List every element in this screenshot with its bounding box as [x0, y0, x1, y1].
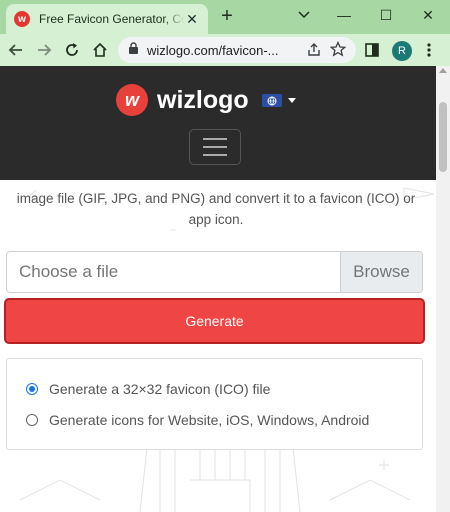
generate-button[interactable]: Generate: [4, 298, 425, 344]
brand-name: wizlogo: [157, 85, 249, 114]
maximize-button[interactable]: ☐: [364, 0, 408, 30]
scroll-up-arrow-icon[interactable]: [439, 68, 447, 73]
profile-avatar[interactable]: R: [392, 41, 412, 61]
globe-icon: [262, 94, 282, 107]
chevron-down-icon[interactable]: [282, 0, 326, 30]
browser-toolbar: wizlogo.com/favicon-... R: [0, 34, 450, 66]
file-placeholder[interactable]: Choose a file: [7, 252, 340, 292]
language-selector[interactable]: [262, 94, 296, 107]
option-label: Generate icons for Website, iOS, Windows…: [49, 412, 370, 428]
hamburger-line: [203, 146, 227, 148]
scrollbar-thumb[interactable]: [439, 102, 447, 172]
wizlogo-favicon-icon: w: [14, 11, 30, 27]
radio-favicon-ico[interactable]: [26, 383, 38, 395]
page-viewport: w wizlogo image file (GIF, JPG, and PNG)…: [0, 66, 436, 512]
option-label: Generate a 32×32 favicon (ICO) file: [49, 381, 271, 397]
radio-app-icons[interactable]: [26, 414, 38, 426]
browser-tab[interactable]: w Free Favicon Generator, Convert ✕: [6, 4, 208, 34]
kebab-menu-icon[interactable]: [426, 42, 432, 63]
browse-button[interactable]: Browse: [340, 252, 422, 292]
share-icon[interactable]: [307, 42, 322, 62]
menu-toggle-button[interactable]: [189, 129, 241, 165]
browser-tab-strip: w Free Favicon Generator, Convert ✕ + — …: [0, 0, 450, 34]
file-picker[interactable]: Choose a file Browse: [6, 251, 423, 293]
caret-down-icon: [288, 98, 296, 103]
output-options-panel: Generate a 32×32 favicon (ICO) file Gene…: [6, 358, 423, 450]
address-bar[interactable]: wizlogo.com/favicon-...: [118, 37, 356, 63]
tab-title: Free Favicon Generator, Convert: [39, 12, 185, 26]
hamburger-line: [203, 138, 227, 140]
lock-icon: [128, 41, 139, 59]
home-icon[interactable]: [86, 36, 114, 64]
bookmark-star-icon[interactable]: [329, 40, 347, 62]
option-app-icons[interactable]: Generate icons for Website, iOS, Windows…: [26, 412, 369, 428]
side-panel-icon[interactable]: [364, 42, 380, 63]
tab-close-icon[interactable]: ✕: [184, 11, 200, 27]
site-header: w wizlogo: [0, 66, 436, 180]
address-url: wizlogo.com/favicon-...: [147, 42, 279, 58]
close-window-button[interactable]: ✕: [406, 0, 450, 30]
new-tab-button[interactable]: +: [216, 5, 238, 27]
minimize-button[interactable]: —: [322, 0, 366, 30]
reload-icon[interactable]: [58, 36, 86, 64]
option-favicon-ico[interactable]: Generate a 32×32 favicon (ICO) file: [26, 381, 270, 397]
intro-text: image file (GIF, JPG, and PNG) and conve…: [16, 191, 416, 227]
back-arrow-icon[interactable]: [2, 36, 30, 64]
site-logo[interactable]: w wizlogo: [116, 84, 249, 116]
page-scrollbar[interactable]: [436, 66, 450, 512]
forward-arrow-icon[interactable]: [30, 36, 58, 64]
hamburger-line: [203, 154, 227, 156]
logo-mark-icon: w: [116, 84, 148, 116]
